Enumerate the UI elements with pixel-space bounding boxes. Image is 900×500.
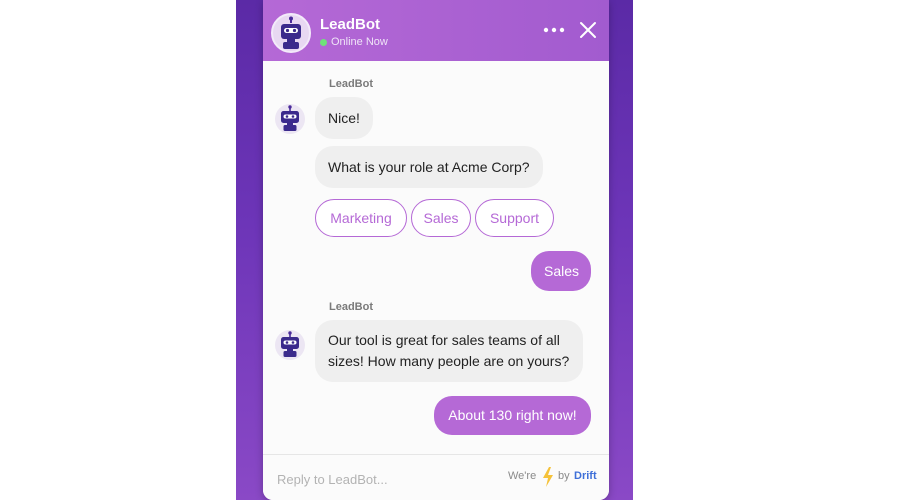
drift-brand-link[interactable]: Drift — [574, 470, 597, 482]
user-message-about-130: About 130 right now! — [434, 396, 591, 435]
more-dots-icon[interactable] — [543, 22, 565, 38]
chat-widget: LeadBot Online Now LeadBot Nice! What is… — [263, 0, 609, 500]
message-sender: LeadBot — [329, 78, 373, 90]
message-composer: We're by Drift — [263, 454, 609, 500]
bot-name: LeadBot — [320, 16, 380, 33]
quick-reply-sales[interactable]: Sales — [411, 199, 471, 237]
bot-message-role-question: What is your role at Acme Corp? — [315, 146, 543, 188]
chat-header: LeadBot Online Now — [263, 0, 609, 61]
bot-message-nice: Nice! — [315, 97, 373, 139]
message-text-line: Our tool is great for sales teams of all — [328, 332, 560, 348]
robot-avatar-icon — [271, 13, 311, 53]
powered-by-label: by — [558, 470, 570, 482]
lightning-bolt-icon — [542, 467, 554, 487]
reply-input[interactable] — [275, 468, 489, 490]
quick-reply-marketing[interactable]: Marketing — [315, 199, 407, 237]
quick-reply-support[interactable]: Support — [475, 199, 554, 237]
message-sender: LeadBot — [329, 301, 373, 313]
online-status-text: Online Now — [331, 36, 388, 48]
robot-avatar-icon — [275, 104, 305, 134]
user-message-sales: Sales — [531, 251, 591, 291]
close-icon[interactable] — [578, 20, 598, 40]
message-text-line: sizes! How many people are on yours? — [328, 353, 570, 369]
bot-message-team-size-question: Our tool is great for sales teams of all… — [315, 320, 583, 382]
powered-label: We're — [508, 470, 537, 482]
robot-avatar-icon — [275, 330, 305, 360]
online-status-dot — [320, 39, 327, 46]
